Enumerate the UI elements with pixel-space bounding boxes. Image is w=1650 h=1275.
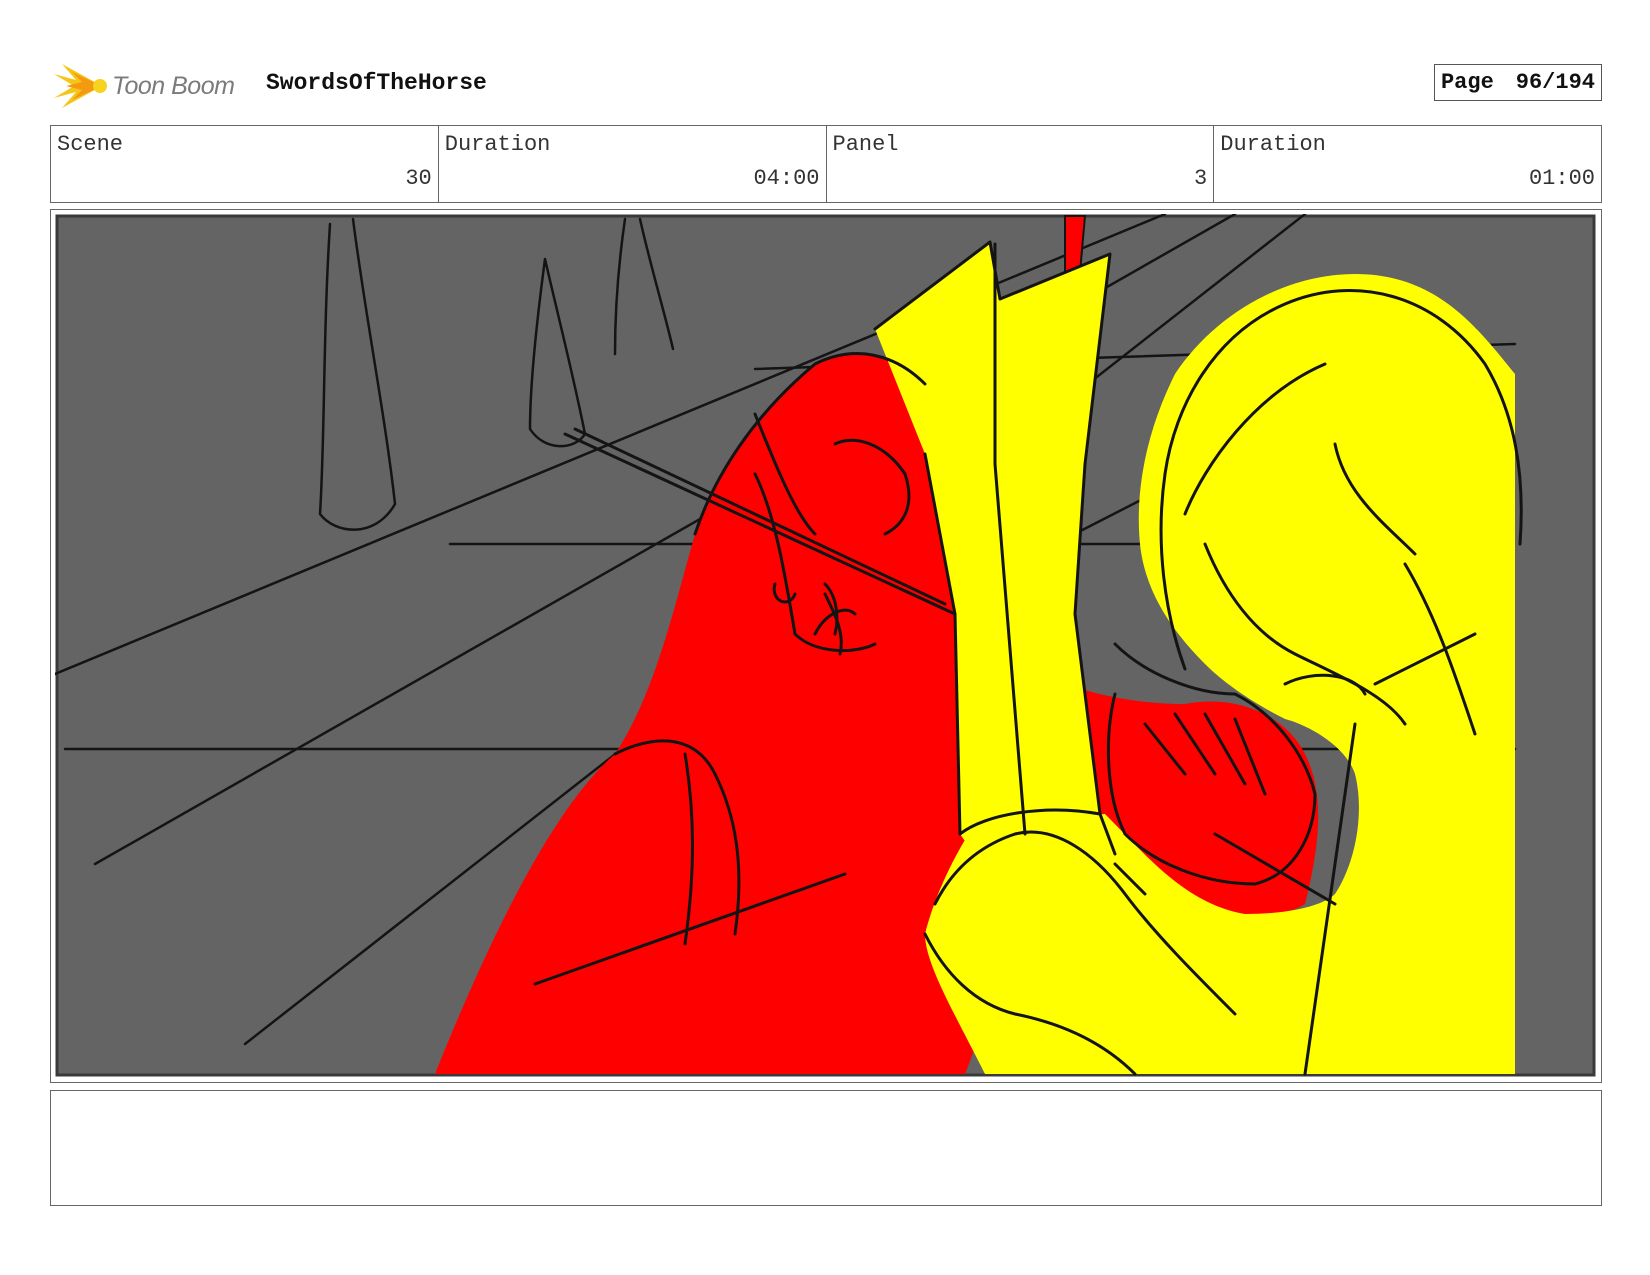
toon-boom-logo: Toon Boom <box>54 60 254 112</box>
storyboard-drawing <box>55 214 1596 1077</box>
panel-label: Panel <box>832 132 899 157</box>
scene-duration-cell: Duration 04:00 <box>439 126 827 202</box>
scene-cell: Scene 30 <box>51 126 439 202</box>
scene-duration-value: 04:00 <box>753 166 820 191</box>
page-number: 96/194 <box>1515 70 1595 95</box>
page-label: Page <box>1440 70 1494 95</box>
panel-value: 3 <box>1194 166 1208 191</box>
storyboard-frame <box>50 209 1602 1083</box>
page-indicator: Page 96/194 <box>1433 64 1602 101</box>
starburst-icon <box>54 64 107 108</box>
panel-info-row: Scene 30 Duration 04:00 Panel 3 Duration… <box>50 125 1602 203</box>
scene-duration-label: Duration <box>444 132 551 157</box>
panel-duration-value: 01:00 <box>1528 166 1595 191</box>
panel-duration-cell: Duration 01:00 <box>1214 126 1601 202</box>
project-title: SwordsOfTheHorse <box>266 70 487 96</box>
notes-area <box>50 1090 1602 1206</box>
panel-duration-label: Duration <box>1220 132 1326 157</box>
logo-text: Toon Boom <box>112 72 235 100</box>
scene-value: 30 <box>405 166 432 191</box>
scene-label: Scene <box>57 132 124 157</box>
panel-cell: Panel 3 <box>827 126 1215 202</box>
page-header: Toon Boom SwordsOfTheHorse Page 96/194 <box>50 56 1602 114</box>
